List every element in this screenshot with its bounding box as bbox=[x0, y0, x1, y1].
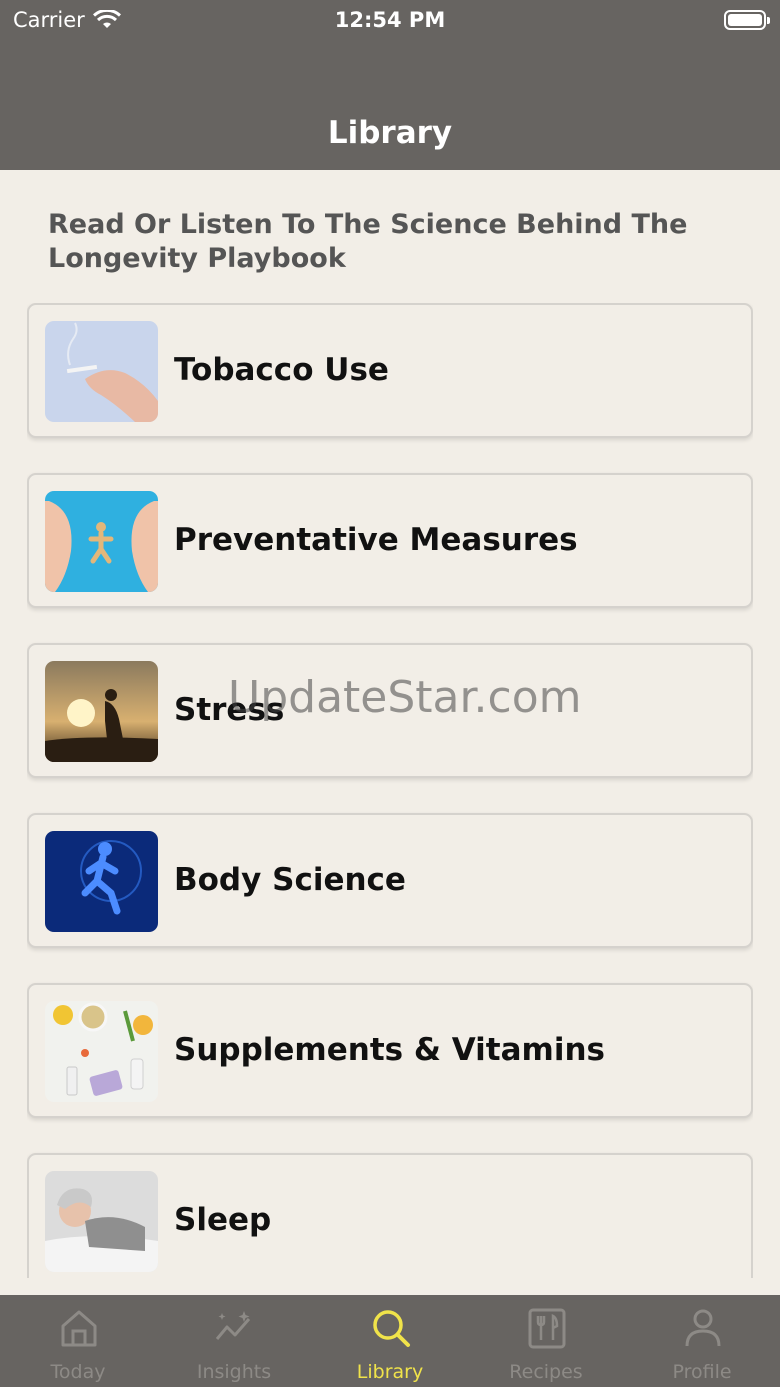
tab-label: Insights bbox=[196, 1361, 272, 1383]
tab-label: Library bbox=[356, 1361, 424, 1383]
library-item-label: Body Science bbox=[174, 862, 406, 898]
supplements-pills-image bbox=[45, 1001, 158, 1102]
tab-label: Profile bbox=[672, 1361, 732, 1383]
tab-label: Recipes bbox=[509, 1361, 583, 1383]
watermark: UpdateStar.com bbox=[228, 672, 582, 723]
tab-recipes[interactable]: Recipes bbox=[468, 1295, 624, 1387]
recipes-icon bbox=[528, 1308, 566, 1349]
library-item-body-science[interactable]: Body Science bbox=[27, 813, 753, 948]
insights-chart-icon bbox=[215, 1311, 251, 1340]
navigation-header: Carrier 12:54 PM Library bbox=[0, 0, 780, 170]
home-icon bbox=[61, 1310, 97, 1347]
library-item-label: Sleep bbox=[174, 1202, 272, 1238]
library-list[interactable]: Tobacco Use Preventative Measures Stress… bbox=[27, 303, 753, 1278]
stressed-person-sunset-image bbox=[45, 661, 158, 762]
battery-icon bbox=[724, 10, 770, 30]
library-item-supplements-vitamins[interactable]: Supplements & Vitamins bbox=[27, 983, 753, 1118]
status-bar: Carrier 12:54 PM bbox=[0, 0, 780, 40]
sleeping-woman-image bbox=[45, 1171, 158, 1272]
library-item-label: Preventative Measures bbox=[174, 522, 578, 558]
cigarette-hand-image bbox=[45, 321, 158, 422]
library-item-label: Supplements & Vitamins bbox=[174, 1032, 605, 1068]
library-subtitle: Read Or Listen To The Science Behind The… bbox=[48, 209, 688, 274]
tab-today[interactable]: Today bbox=[0, 1295, 156, 1387]
tab-library[interactable]: Library bbox=[312, 1295, 468, 1387]
protecting-hands-image bbox=[45, 491, 158, 592]
library-item-sleep[interactable]: Sleep bbox=[27, 1153, 753, 1278]
running-body-scan-image bbox=[45, 831, 158, 932]
status-time: 12:54 PM bbox=[334, 8, 446, 32]
library-item-label: Tobacco Use bbox=[174, 352, 389, 388]
person-icon bbox=[685, 1309, 721, 1347]
search-icon bbox=[373, 1310, 410, 1347]
tab-label: Today bbox=[50, 1361, 106, 1383]
page-title: Library bbox=[327, 115, 453, 151]
tab-profile[interactable]: Profile bbox=[624, 1295, 780, 1387]
library-item-tobacco-use[interactable]: Tobacco Use bbox=[27, 303, 753, 438]
tab-insights[interactable]: Insights bbox=[156, 1295, 312, 1387]
library-item-preventative-measures[interactable]: Preventative Measures bbox=[27, 473, 753, 608]
tab-bar: Today Insights Library Recipes Profile bbox=[0, 1295, 780, 1387]
